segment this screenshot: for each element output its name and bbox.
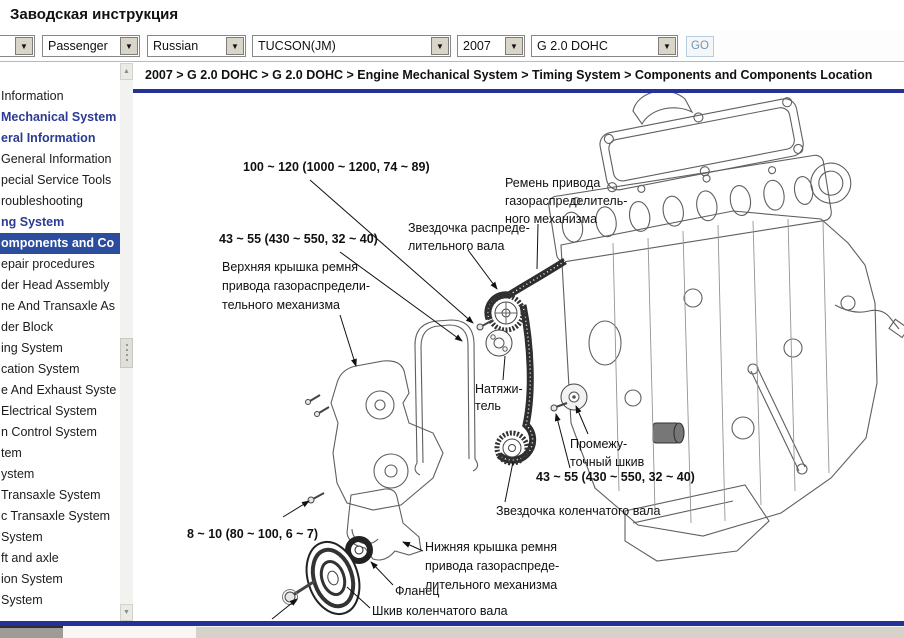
bottom-bar-left-segment <box>0 626 63 638</box>
content-frame: 2007 > G 2.0 DOHC > G 2.0 DOHC > Engine … <box>133 62 904 621</box>
sidebar-item[interactable]: Mechanical System <box>0 107 120 128</box>
model-select[interactable]: TUCSON(JM) ▼ <box>252 35 451 57</box>
chevron-down-icon[interactable]: ▼ <box>120 37 138 55</box>
cover-seal-drawing <box>415 320 478 475</box>
engine-select[interactable]: G 2.0 DOHC ▼ <box>531 35 678 57</box>
torque-cam-sprocket: 43 ~ 55 (430 ~ 550, 32 ~ 40) <box>219 232 378 246</box>
page-title: Заводская инструкция <box>10 6 178 23</box>
chevron-down-icon[interactable]: ▼ <box>658 37 676 55</box>
app-window: › Заводская инструкция ▼ Passenger ▼ Rus… <box>0 0 904 638</box>
torque-camshaft-sprocket-bolt: 100 ~ 120 (1000 ~ 1200, 74 ~ 89) <box>243 160 430 174</box>
sidebar-item[interactable]: Transaxle System <box>0 485 120 506</box>
sidebar-scrollbar[interactable]: ▲ ▼ <box>120 63 133 621</box>
sidebar-item[interactable]: omponents and Co <box>0 233 120 254</box>
idler-pulley-drawing <box>561 384 587 410</box>
sidebar-item[interactable]: Information <box>0 86 120 107</box>
label-idler-pulley: Промежу-точный шкив <box>570 437 645 469</box>
region-select[interactable]: ▼ <box>0 35 35 57</box>
sidebar-item[interactable]: Electrical System <box>0 401 120 422</box>
label-camshaft-sprocket: Звездочка распреде-лительного вала <box>408 221 530 253</box>
sidebar-nav: InformationMechanical Systemeral Informa… <box>0 86 120 611</box>
camshaft-sprocket-drawing <box>489 296 523 330</box>
sidebar-item[interactable]: General Information <box>0 149 120 170</box>
sidebar-item[interactable]: pecial Service Tools <box>0 170 120 191</box>
scrollbar-grip-icon <box>126 344 128 364</box>
engine-assembly-drawing <box>548 93 904 561</box>
sidebar-item[interactable]: roubleshooting <box>0 191 120 212</box>
upper-timing-cover-drawing <box>331 361 443 510</box>
sidebar-item[interactable]: ft and axle <box>0 548 120 569</box>
scrollbar-thumb[interactable] <box>120 338 133 368</box>
go-button[interactable]: GO <box>686 36 714 57</box>
timing-system-diagram: 100 ~ 120 (1000 ~ 1200, 74 ~ 89)Ремень п… <box>133 93 904 621</box>
chevron-down-icon[interactable]: ▼ <box>226 37 244 55</box>
sidebar-item[interactable]: ng System <box>0 212 120 233</box>
title-bar: › Заводская инструкция <box>0 0 904 30</box>
sidebar-item[interactable]: e And Exhaust Syste <box>0 380 120 401</box>
vehicle-class-select[interactable]: Passenger ▼ <box>42 35 140 57</box>
vehicle-selector-toolbar: ▼ Passenger ▼ Russian ▼ TUCSON(JM) ▼ 200… <box>0 30 904 62</box>
sidebar-item[interactable]: tem <box>0 443 120 464</box>
label-flange: Фланец <box>395 584 439 598</box>
label-upper-timing-cover: Верхняя крышка ремняпривода газораспреде… <box>222 260 370 312</box>
sidebar-item[interactable]: eral Information <box>0 128 120 149</box>
sidebar-item[interactable]: der Head Assembly <box>0 275 120 296</box>
sidebar-item[interactable]: epair procedures <box>0 254 120 275</box>
language-select[interactable]: Russian ▼ <box>147 35 246 57</box>
sidebar-item[interactable]: cation System <box>0 359 120 380</box>
breadcrumb-arrow-icon: › <box>0 7 1 23</box>
chevron-down-icon[interactable]: ▼ <box>505 37 523 55</box>
label-lower-timing-cover: Нижняя крышка ремняпривода газораспреде-… <box>425 540 559 592</box>
sidebar-item[interactable]: ystem <box>0 464 120 485</box>
torque-idler-pulley: 43 ~ 55 (430 ~ 550, 32 ~ 40) <box>536 470 695 484</box>
sidebar-item[interactable]: System <box>0 527 120 548</box>
scroll-up-button[interactable]: ▲ <box>120 63 133 80</box>
label-tensioner: Натяжи-тель <box>475 382 523 413</box>
sidebar-item[interactable]: ing System <box>0 338 120 359</box>
chevron-down-icon[interactable]: ▼ <box>15 37 33 55</box>
torque-lower-cover-bolt: 8 ~ 10 (80 ~ 100, 6 ~ 7) <box>187 527 318 541</box>
sidebar-item[interactable]: ion System <box>0 569 120 590</box>
sidebar-item[interactable]: der Block <box>0 317 120 338</box>
bottom-bar-inset <box>63 626 196 638</box>
sidebar-item[interactable]: n Control System <box>0 422 120 443</box>
sidebar-item[interactable]: c Transaxle System <box>0 506 120 527</box>
tensioner-drawing <box>486 330 512 356</box>
sidebar-item[interactable]: ne And Transaxle As <box>0 296 120 317</box>
bottom-bar <box>0 626 904 638</box>
sidebar-item[interactable]: System <box>0 590 120 611</box>
label-crankshaft-sprocket: Звездочка коленчатого вала <box>496 504 660 518</box>
breadcrumb: 2007 > G 2.0 DOHC > G 2.0 DOHC > Engine … <box>145 68 872 82</box>
scroll-down-button[interactable]: ▼ <box>120 604 133 621</box>
diagram-labels: 100 ~ 120 (1000 ~ 1200, 74 ~ 89)Ремень п… <box>187 160 695 618</box>
chevron-down-icon[interactable]: ▼ <box>431 37 449 55</box>
year-select[interactable]: 2007 ▼ <box>457 35 525 57</box>
label-crankshaft-pulley: Шкив коленчатого вала <box>372 604 508 618</box>
